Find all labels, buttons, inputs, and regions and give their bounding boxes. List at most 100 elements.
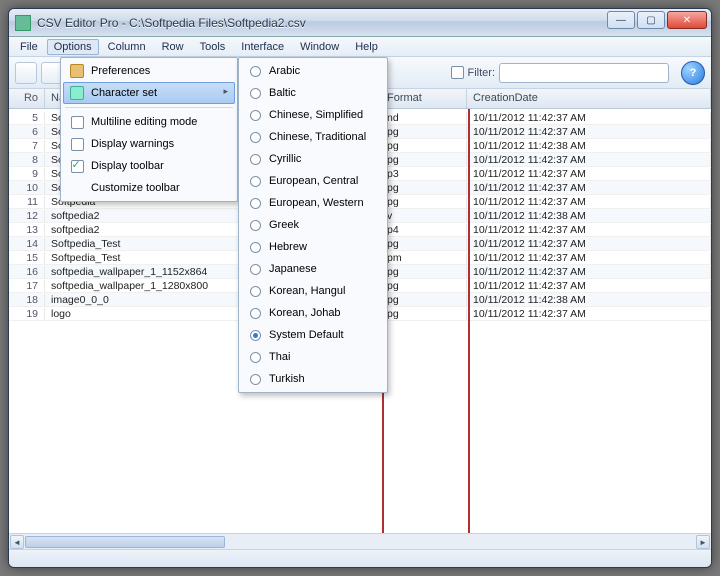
charset-item-label: Chinese, Traditional	[269, 131, 366, 143]
radio-icon	[250, 154, 261, 165]
cell-format: v	[381, 210, 467, 222]
menu-display-toolbar[interactable]: Display toolbar	[63, 155, 235, 177]
radio-icon	[250, 330, 261, 341]
charset-chinese-simplified[interactable]: Chinese, Simplified	[241, 104, 385, 126]
filter-input[interactable]	[499, 63, 669, 83]
scroll-right-arrow-icon[interactable]: ►	[696, 535, 710, 549]
cell-format: pg	[381, 280, 467, 292]
horizontal-scrollbar[interactable]: ◄ ►	[9, 533, 711, 549]
cell-rownum: 5	[9, 112, 45, 124]
charset-european-western[interactable]: European, Western	[241, 192, 385, 214]
charset-cyrillic[interactable]: Cyrillic	[241, 148, 385, 170]
cell-date: 10/11/2012 11:42:37 AM	[467, 126, 711, 138]
radio-icon	[250, 242, 261, 253]
help-button[interactable]: ?	[681, 61, 705, 85]
menubar: FileOptionsColumnRowToolsInterfaceWindow…	[9, 37, 711, 57]
menu-file[interactable]: File	[13, 39, 45, 55]
menu-options[interactable]: Options	[47, 39, 99, 55]
menu-column[interactable]: Column	[101, 39, 153, 55]
charset-item-label: Hebrew	[269, 241, 307, 253]
maximize-button[interactable]: ▢	[637, 11, 665, 29]
charset-item-label: Japanese	[269, 263, 317, 275]
filter-checkbox[interactable]	[451, 66, 464, 79]
charset-submenu: Arabic Baltic Chinese, Simplified Chinese, …	[238, 57, 388, 393]
col-date[interactable]: CreationDate	[467, 89, 711, 108]
charset-icon	[70, 86, 84, 100]
menu-display-toolbar-label: Display toolbar	[91, 160, 164, 172]
checkbox-checked-icon	[71, 160, 84, 173]
cell-rownum: 10	[9, 182, 45, 194]
menu-customize-toolbar[interactable]: Customize toolbar	[63, 177, 235, 199]
radio-icon	[250, 220, 261, 231]
cell-date: 10/11/2012 11:42:37 AM	[467, 182, 711, 194]
radio-icon	[250, 198, 261, 209]
cell-rownum: 19	[9, 308, 45, 320]
column-divider[interactable]	[468, 109, 470, 533]
cell-format: pg	[381, 126, 467, 138]
charset-thai[interactable]: Thai	[241, 346, 385, 368]
charset-item-label: Arabic	[269, 65, 300, 77]
cell-rownum: 14	[9, 238, 45, 250]
menu-help[interactable]: Help	[348, 39, 385, 55]
cell-format: pg	[381, 266, 467, 278]
menu-preferences[interactable]: Preferences	[63, 60, 235, 82]
scroll-left-arrow-icon[interactable]: ◄	[10, 535, 24, 549]
radio-icon	[250, 264, 261, 275]
cell-date: 10/11/2012 11:42:38 AM	[467, 294, 711, 306]
charset-item-label: Greek	[269, 219, 299, 231]
menu-interface[interactable]: Interface	[234, 39, 291, 55]
charset-arabic[interactable]: Arabic	[241, 60, 385, 82]
radio-icon	[250, 374, 261, 385]
charset-baltic[interactable]: Baltic	[241, 82, 385, 104]
toolbar-btn-new[interactable]	[15, 62, 37, 84]
charset-item-label: European, Central	[269, 175, 358, 187]
charset-item-label: Baltic	[269, 87, 296, 99]
window-title: CSV Editor Pro - C:\Softpedia Files\Soft…	[37, 16, 306, 30]
radio-icon	[250, 66, 261, 77]
charset-item-label: System Default	[269, 329, 344, 341]
col-row[interactable]: Ro	[9, 89, 45, 108]
charset-european-central[interactable]: European, Central	[241, 170, 385, 192]
cell-rownum: 9	[9, 168, 45, 180]
options-dropdown: Preferences Character set Multiline edit…	[60, 57, 238, 202]
radio-icon	[250, 132, 261, 143]
charset-system-default[interactable]: System Default	[241, 324, 385, 346]
menu-row[interactable]: Row	[155, 39, 191, 55]
gear-icon	[70, 64, 84, 78]
charset-hebrew[interactable]: Hebrew	[241, 236, 385, 258]
cell-rownum: 7	[9, 140, 45, 152]
cell-rownum: 17	[9, 280, 45, 292]
minimize-button[interactable]: —	[607, 11, 635, 29]
cell-date: 10/11/2012 11:42:37 AM	[467, 280, 711, 292]
cell-rownum: 12	[9, 210, 45, 222]
cell-rownum: 16	[9, 266, 45, 278]
charset-korean-hangul[interactable]: Korean, Hangul	[241, 280, 385, 302]
charset-item-label: Turkish	[269, 373, 305, 385]
col-format[interactable]: Format	[381, 89, 467, 108]
charset-chinese-traditional[interactable]: Chinese, Traditional	[241, 126, 385, 148]
scroll-thumb[interactable]	[25, 536, 225, 548]
menu-charset[interactable]: Character set	[63, 82, 235, 104]
menu-warnings[interactable]: Display warnings	[63, 133, 235, 155]
menu-separator	[65, 107, 233, 108]
cell-format: nd	[381, 112, 467, 124]
charset-greek[interactable]: Greek	[241, 214, 385, 236]
cell-date: 10/11/2012 11:42:37 AM	[467, 112, 711, 124]
menu-tools[interactable]: Tools	[193, 39, 233, 55]
cell-date: 10/11/2012 11:42:37 AM	[467, 238, 711, 250]
charset-korean-johab[interactable]: Korean, Johab	[241, 302, 385, 324]
titlebar[interactable]: CSV Editor Pro - C:\Softpedia Files\Soft…	[9, 9, 711, 37]
close-button[interactable]: ✕	[667, 11, 707, 29]
radio-icon	[250, 286, 261, 297]
charset-turkish[interactable]: Turkish	[241, 368, 385, 390]
cell-rownum: 13	[9, 224, 45, 236]
charset-japanese[interactable]: Japanese	[241, 258, 385, 280]
menu-multiline[interactable]: Multiline editing mode	[63, 111, 235, 133]
charset-item-label: Korean, Hangul	[269, 285, 345, 297]
radio-icon	[250, 176, 261, 187]
cell-rownum: 15	[9, 252, 45, 264]
cell-format: pg	[381, 140, 467, 152]
cell-date: 10/11/2012 11:42:37 AM	[467, 308, 711, 320]
radio-icon	[250, 308, 261, 319]
menu-window[interactable]: Window	[293, 39, 346, 55]
